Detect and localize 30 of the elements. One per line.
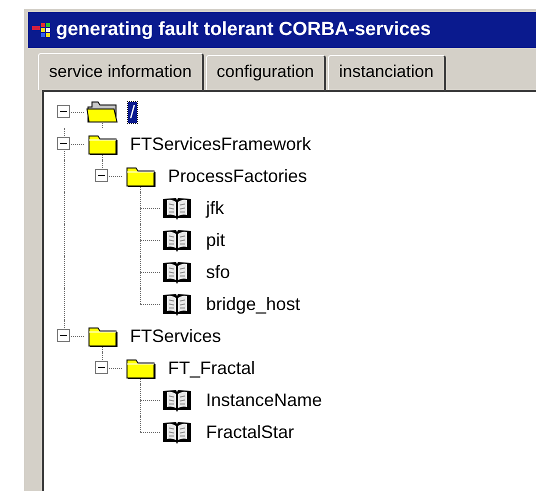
collapse-button[interactable] xyxy=(57,329,70,342)
collapse-button[interactable] xyxy=(95,361,108,374)
book-icon xyxy=(162,388,192,412)
tree-item[interactable]: jfk xyxy=(204,198,226,218)
tree-item[interactable]: FractalStar xyxy=(204,422,296,442)
collapse-button[interactable] xyxy=(57,137,70,150)
collapse-button[interactable] xyxy=(95,169,108,182)
tree-item[interactable]: FTServices xyxy=(128,326,224,346)
tab[interactable]: service information xyxy=(38,53,204,90)
folder-icon xyxy=(124,357,156,379)
book-icon xyxy=(162,420,192,444)
book-icon xyxy=(162,260,192,284)
book-icon xyxy=(162,196,192,220)
folder-icon xyxy=(124,165,156,187)
tree-item[interactable]: bridge_host xyxy=(204,294,302,314)
book-icon xyxy=(162,228,192,252)
tree-item[interactable]: InstanceName xyxy=(204,390,324,410)
tree-item[interactable]: FTServicesFramework xyxy=(128,134,314,154)
open-folder-icon xyxy=(86,101,118,123)
window-title: generating fault tolerant CORBA-services xyxy=(56,19,431,41)
collapse-button[interactable] xyxy=(57,105,70,118)
folder-icon xyxy=(86,133,118,155)
tree-item[interactable]: ProcessFactories xyxy=(166,166,310,186)
folder-icon xyxy=(86,325,118,347)
tree-item[interactable]: FT_Fractal xyxy=(166,358,258,378)
tree-item[interactable]: sfo xyxy=(204,262,232,282)
app-icon xyxy=(32,23,50,37)
tree-item[interactable]: pit xyxy=(204,230,228,250)
book-icon xyxy=(162,292,192,316)
tree-item[interactable]: / xyxy=(128,102,138,122)
